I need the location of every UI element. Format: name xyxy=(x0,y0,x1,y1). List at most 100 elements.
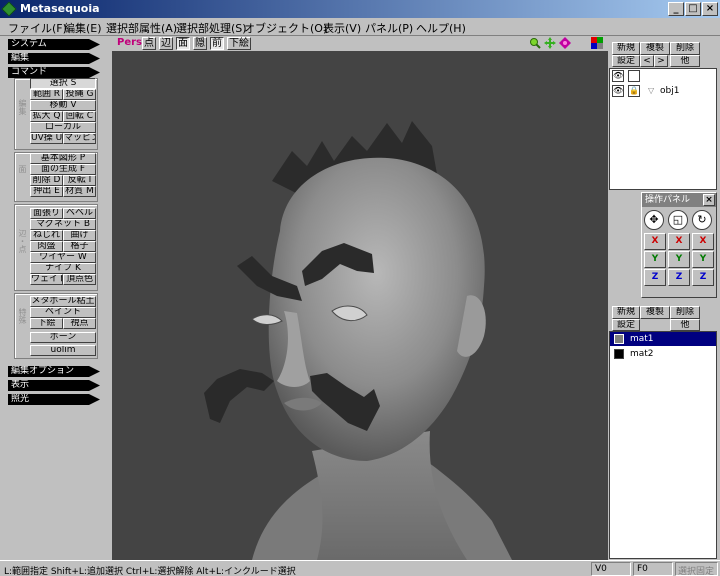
maximize-button[interactable]: □ xyxy=(685,2,701,16)
mapping-button[interactable]: マッピング xyxy=(63,133,96,144)
menu-bar: ファイル(F) 編集(E) 選択部属性(A) 選択部処理(S) オブジェクト(O… xyxy=(0,18,720,36)
menu-object[interactable]: オブジェクト(O) xyxy=(244,20,327,36)
menu-file[interactable]: ファイル(F) xyxy=(8,20,67,36)
y-axis-button-scale[interactable]: Y xyxy=(668,251,690,268)
scale-button[interactable]: 拡大 Q xyxy=(30,111,63,122)
bevel-button[interactable]: ベベル xyxy=(63,208,96,219)
lock-icon[interactable] xyxy=(628,70,640,82)
y-axis-button-rotate[interactable]: Y xyxy=(692,251,714,268)
lock-icon[interactable]: 🔒 xyxy=(628,85,640,97)
x-axis-button-move[interactable]: X xyxy=(644,233,666,250)
vertex-color-button[interactable]: 頂点色 xyxy=(63,274,96,285)
collapse-icon[interactable]: ▽ xyxy=(648,84,654,98)
extrude-button[interactable]: 押出 E xyxy=(30,186,63,197)
vertex-toggle[interactable]: 点 xyxy=(142,37,156,50)
weight-button[interactable]: ウェイト xyxy=(30,274,63,285)
magnet-button[interactable]: マグネット B xyxy=(30,219,96,230)
hidden-toggle[interactable]: 隠 xyxy=(193,37,207,50)
local-button[interactable]: ローカル xyxy=(30,122,96,133)
object-copy-button[interactable]: 複製 xyxy=(640,42,670,55)
eye-icon[interactable]: 👁 xyxy=(612,70,624,82)
selection-lock[interactable]: 選択固定 xyxy=(678,564,714,576)
x-axis-button-rotate[interactable]: X xyxy=(692,233,714,250)
menu-select-attr[interactable]: 選択部属性(A) xyxy=(106,20,177,36)
z-axis-button-move[interactable]: Z xyxy=(644,269,666,286)
minimize-button[interactable]: _ xyxy=(668,2,684,16)
material-row-mat1[interactable]: mat1 xyxy=(610,332,716,346)
twist-button[interactable]: ねじれ xyxy=(30,230,63,241)
face-gen-button[interactable]: 面の生成 F xyxy=(30,164,96,175)
bend-button[interactable]: 曲げ xyxy=(63,230,96,241)
invert-button[interactable]: 反転 I xyxy=(63,175,96,186)
bevel-face-button[interactable]: 面張り xyxy=(30,208,63,219)
range-button[interactable]: 範囲 R xyxy=(30,89,63,100)
thicken-button[interactable]: 肉盛 xyxy=(30,241,63,252)
y-axis-button-move[interactable]: Y xyxy=(644,251,666,268)
rotate-button[interactable]: 回転 C xyxy=(63,111,96,122)
menu-panel[interactable]: パネル(P) xyxy=(365,20,413,36)
x-axis-button-scale[interactable]: X xyxy=(668,233,690,250)
grid-button[interactable]: 格子 xyxy=(63,241,96,252)
section-system[interactable]: システム xyxy=(8,39,100,50)
3d-viewport[interactable]: Pers 点 辺 面 隠 前 下絵 xyxy=(112,36,608,560)
model-render[interactable] xyxy=(112,51,608,560)
object-settings-button[interactable]: 設定 xyxy=(612,55,640,67)
object-row-body[interactable]: 👁 ▼ body xyxy=(610,69,716,83)
lasso-button[interactable]: 投縄 G xyxy=(63,89,96,100)
object-delete-button[interactable]: 削除 xyxy=(670,42,700,55)
section-edit[interactable]: 編集 xyxy=(8,53,100,64)
operation-panel-close[interactable]: × xyxy=(703,194,715,206)
face-toggle[interactable]: 面 xyxy=(176,37,190,50)
material-new-button[interactable]: 新規 xyxy=(612,306,640,319)
object-next-button[interactable]: > xyxy=(654,55,668,67)
object-row-obj1[interactable]: 👁 🔒 ▽ obj1 xyxy=(610,84,716,98)
object-other-button[interactable]: 他 xyxy=(670,55,700,67)
section-light[interactable]: 照光 xyxy=(8,394,100,405)
section-edit-option[interactable]: 編集オプション xyxy=(8,366,100,377)
metaball-button[interactable]: メタボール粘土 xyxy=(30,296,96,307)
material-copy-button[interactable]: 複製 xyxy=(640,306,670,319)
underlay-toggle[interactable]: 下絵 xyxy=(227,37,251,50)
bone-button[interactable]: ボーン xyxy=(30,332,96,343)
underlay-button[interactable]: 下絵 xyxy=(30,318,63,329)
viewpoint-button[interactable]: 視点 xyxy=(63,318,96,329)
menu-view[interactable]: 表示(V) xyxy=(323,20,361,36)
uolim-button[interactable]: uolim xyxy=(30,345,96,356)
menu-edit[interactable]: 編集(E) xyxy=(64,20,102,36)
zoom-icon[interactable] xyxy=(529,37,541,49)
rotate-handle-icon[interactable]: ↻ xyxy=(692,210,712,230)
z-axis-button-rotate[interactable]: Z xyxy=(692,269,714,286)
section-display[interactable]: 表示 xyxy=(8,380,100,391)
menu-help[interactable]: ヘルプ(H) xyxy=(416,20,466,36)
material-row-mat2[interactable]: mat2 xyxy=(610,347,716,361)
scale-handle-icon[interactable]: ◱ xyxy=(668,210,688,230)
material-settings-button[interactable]: 設定 xyxy=(612,319,640,331)
material-button[interactable]: 材質 M xyxy=(63,186,96,197)
wire-button[interactable]: ワイヤー W xyxy=(30,252,96,263)
section-command[interactable]: コマンド xyxy=(8,67,100,78)
delete-button[interactable]: 削除 D xyxy=(30,175,63,186)
edge-toggle[interactable]: 辺 xyxy=(159,37,173,50)
move-handle-icon[interactable]: ✥ xyxy=(644,210,664,230)
front-toggle[interactable]: 前 xyxy=(210,37,224,50)
rotate-view-icon[interactable] xyxy=(559,37,571,49)
menu-select-proc[interactable]: 選択部処理(S) xyxy=(176,20,247,36)
move-view-icon[interactable] xyxy=(544,37,556,49)
select-button[interactable]: 選択 S xyxy=(30,78,96,89)
close-button[interactable]: × xyxy=(702,2,718,16)
z-axis-button-scale[interactable]: Z xyxy=(668,269,690,286)
projection-mode[interactable]: Pers xyxy=(117,37,142,48)
eye-icon[interactable]: 👁 xyxy=(612,85,624,97)
quad-view-icon[interactable] xyxy=(591,37,603,49)
paint-button[interactable]: ペイント xyxy=(30,307,96,318)
primitive-button[interactable]: 基本図形 P xyxy=(30,153,96,164)
move-button[interactable]: 移動 V xyxy=(30,100,96,111)
material-other-button[interactable]: 他 xyxy=(670,319,700,331)
object-prev-button[interactable]: < xyxy=(640,55,654,67)
status-bar: L:範囲指定 Shift+L:追加選択 Ctrl+L:選択解除 Alt+L:イン… xyxy=(0,560,720,576)
uv-button[interactable]: UV操 U xyxy=(30,133,63,144)
knife-button[interactable]: ナイフ K xyxy=(30,263,96,274)
expand-icon[interactable]: ▼ xyxy=(648,69,654,83)
material-delete-button[interactable]: 削除 xyxy=(670,306,700,319)
object-new-button[interactable]: 新規 xyxy=(612,42,640,55)
